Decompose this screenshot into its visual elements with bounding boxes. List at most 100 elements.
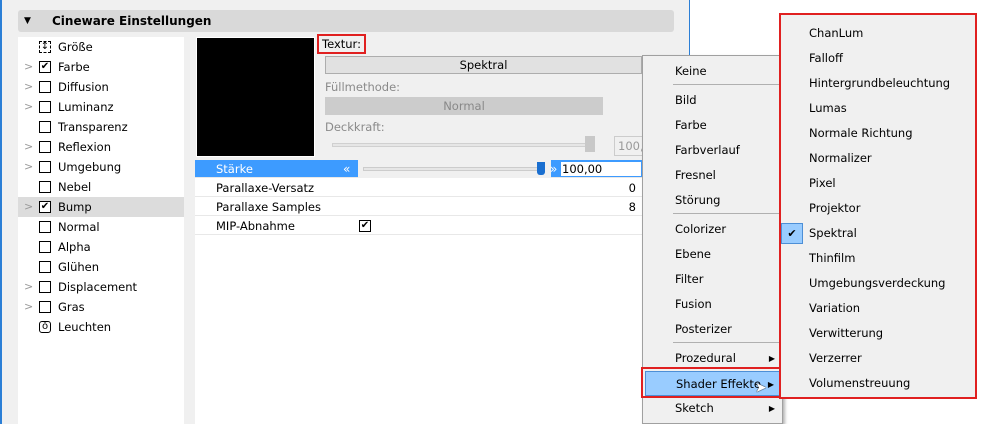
- menu-item-label: Ebene: [675, 247, 712, 261]
- channel-checkbox[interactable]: [39, 281, 51, 293]
- texture-button[interactable]: Spektral: [325, 56, 642, 74]
- submenu-item[interactable]: Lumas: [781, 96, 975, 121]
- submenu-item[interactable]: Projektor: [781, 196, 975, 221]
- menu-item[interactable]: Keine: [645, 59, 781, 84]
- checkmark-icon: ✔: [781, 223, 803, 244]
- submenu-item[interactable]: Normale Richtung: [781, 121, 975, 146]
- channel-checkbox[interactable]: [39, 161, 51, 173]
- submenu-item-label: Variation: [809, 301, 861, 315]
- channel-item[interactable]: > Gras: [18, 297, 184, 317]
- expand-chevron-icon[interactable]: >: [24, 137, 33, 157]
- channel-item[interactable]: > Diffusion: [18, 77, 184, 97]
- submenu-item[interactable]: Thinfilm: [781, 246, 975, 271]
- param-value[interactable]: 0: [629, 179, 636, 197]
- expand-chevron-icon[interactable]: >: [24, 97, 33, 117]
- strength-slider-thumb[interactable]: [537, 162, 545, 175]
- channel-label: Gras: [58, 300, 85, 314]
- collapse-triangle-icon[interactable]: ▼: [24, 10, 31, 32]
- section-header[interactable]: ▼ Cineware Einstellungen: [18, 10, 674, 32]
- channel-item[interactable]: > Displacement: [18, 277, 184, 297]
- size-icon: ↕: [39, 41, 51, 53]
- channel-item[interactable]: Normal: [18, 217, 184, 237]
- channel-checkbox[interactable]: [39, 141, 51, 153]
- menu-item[interactable]: Filter: [645, 267, 781, 292]
- menu-item-label: Colorizer: [675, 222, 727, 236]
- channel-checkbox[interactable]: [39, 241, 51, 253]
- expand-chevron-icon[interactable]: >: [24, 197, 33, 217]
- strength-slider[interactable]: [358, 160, 551, 178]
- channel-item[interactable]: > ✔ Farbe: [18, 57, 184, 77]
- menu-separator: [673, 342, 781, 343]
- expand-chevron-icon[interactable]: >: [24, 57, 33, 77]
- expand-chevron-icon[interactable]: >: [24, 277, 33, 297]
- channel-item[interactable]: Transparenz: [18, 117, 184, 137]
- channel-label: Displacement: [58, 280, 138, 294]
- channel-checkbox[interactable]: [39, 301, 51, 313]
- opacity-label: Deckkraft:: [325, 120, 385, 134]
- submenu-item-label: Normale Richtung: [809, 126, 913, 140]
- submenu-item[interactable]: Verzerrer: [781, 346, 975, 371]
- menu-item[interactable]: Sketch ▶: [645, 396, 781, 421]
- channel-item[interactable]: > Umgebung: [18, 157, 184, 177]
- menu-item[interactable]: Farbverlauf: [645, 138, 781, 163]
- menu-item[interactable]: Fusion: [645, 292, 781, 317]
- fill-method-select[interactable]: Normal: [325, 97, 603, 115]
- keyframe-left-icon[interactable]: «: [343, 160, 350, 178]
- channel-item[interactable]: > Luminanz: [18, 97, 184, 117]
- opacity-slider[interactable]: [332, 143, 594, 147]
- channel-checkbox[interactable]: ✔: [39, 201, 51, 213]
- param-name: Stärke: [216, 162, 253, 176]
- submenu-item[interactable]: Normalizer: [781, 146, 975, 171]
- submenu-item[interactable]: Variation: [781, 296, 975, 321]
- mip-checkbox[interactable]: ✔: [359, 220, 371, 232]
- channel-checkbox[interactable]: ✔: [39, 61, 51, 73]
- channel-item[interactable]: ↕ Größe: [18, 37, 184, 57]
- submenu-item[interactable]: Verwitterung: [781, 321, 975, 346]
- channel-item[interactable]: > ✔ Bump: [18, 197, 184, 217]
- menu-item-label: Farbverlauf: [675, 143, 740, 157]
- submenu-item[interactable]: Hintergrundbeleuchtung: [781, 71, 975, 96]
- channel-checkbox[interactable]: [39, 221, 51, 233]
- menu-item[interactable]: Bild: [645, 88, 781, 113]
- channel-checkbox[interactable]: [39, 121, 51, 133]
- menu-item[interactable]: Posterizer: [645, 317, 781, 342]
- param-row-staerke[interactable]: Stärke « » 100,00: [195, 160, 642, 178]
- submenu-item[interactable]: ChanLum: [781, 21, 975, 46]
- menu-item[interactable]: Störung: [645, 188, 781, 213]
- submenu-item[interactable]: Volumenstreuung: [781, 371, 975, 396]
- bulb-icon: ŏ: [39, 321, 51, 333]
- strength-input[interactable]: 100,00: [561, 162, 641, 176]
- submenu-item-label: Spektral: [809, 226, 857, 240]
- channel-item[interactable]: Alpha: [18, 237, 184, 257]
- expand-chevron-icon[interactable]: >: [24, 297, 33, 317]
- channel-checkbox[interactable]: [39, 181, 51, 193]
- channel-item[interactable]: > Reflexion: [18, 137, 184, 157]
- channel-checkbox[interactable]: [39, 261, 51, 273]
- expand-chevron-icon[interactable]: >: [24, 77, 33, 97]
- submenu-item[interactable]: Umgebungsverdeckung: [781, 271, 975, 296]
- shader-effects-submenu: ChanLum Falloff Hintergrundbeleuchtung Luma…: [779, 13, 977, 399]
- keyframe-right-icon[interactable]: »: [550, 160, 557, 178]
- menu-item-label: Bild: [675, 93, 697, 107]
- submenu-item-label: Umgebungsverdeckung: [809, 276, 946, 290]
- param-name: MIP-Abnahme: [216, 219, 295, 233]
- channel-item[interactable]: Glühen: [18, 257, 184, 277]
- menu-item[interactable]: Colorizer: [645, 217, 781, 242]
- channel-checkbox[interactable]: [39, 101, 51, 113]
- menu-item[interactable]: Farbe: [645, 113, 781, 138]
- submenu-item[interactable]: Pixel: [781, 171, 975, 196]
- channel-item[interactable]: Nebel: [18, 177, 184, 197]
- expand-chevron-icon[interactable]: >: [24, 157, 33, 177]
- menu-item[interactable]: Fresnel: [645, 163, 781, 188]
- submenu-item-label: Hintergrundbeleuchtung: [809, 76, 951, 90]
- channel-item[interactable]: ŏ Leuchten: [18, 317, 184, 337]
- param-value[interactable]: 8: [629, 198, 636, 216]
- submenu-item[interactable]: Falloff: [781, 46, 975, 71]
- submenu-item[interactable]: ✔ Spektral: [781, 221, 975, 246]
- opacity-slider-thumb[interactable]: [585, 136, 595, 152]
- opacity-input[interactable]: 100,0: [614, 136, 644, 156]
- channel-checkbox[interactable]: [39, 81, 51, 93]
- channel-label: Diffusion: [58, 80, 109, 94]
- menu-item-label: Störung: [675, 193, 721, 207]
- menu-item[interactable]: Ebene: [645, 242, 781, 267]
